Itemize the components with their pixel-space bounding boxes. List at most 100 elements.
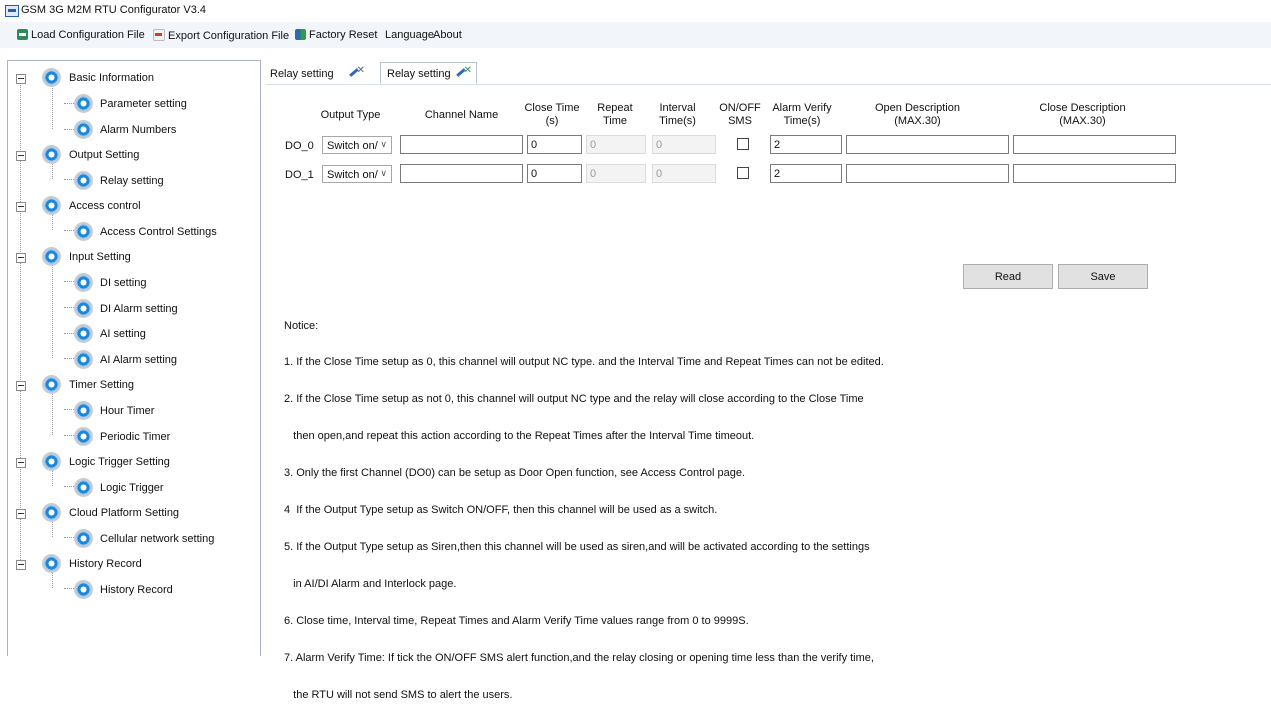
close-time-input[interactable]: 0 xyxy=(527,164,582,183)
about-menu[interactable]: About xyxy=(433,29,462,41)
tree-label: Basic Information xyxy=(69,72,154,84)
tree-label: Relay setting xyxy=(100,175,164,187)
tree-label: Access control xyxy=(69,200,141,212)
tree-label: Input Setting xyxy=(69,251,131,263)
header-close-time: Close Time (s) xyxy=(524,102,580,127)
channel-name-input[interactable] xyxy=(400,135,523,154)
gear-icon xyxy=(42,247,61,266)
gear-icon xyxy=(42,196,61,215)
notice-title: Notice: xyxy=(284,319,319,332)
collapse-icon[interactable] xyxy=(16,381,26,391)
window-title: GSM 3G M2M RTU Configurator V3.4 xyxy=(21,4,207,16)
factory-reset-menu[interactable]: Factory Reset xyxy=(295,29,377,41)
tree-group-cloud-platform-setting[interactable]: Cloud Platform Setting xyxy=(8,503,258,523)
gear-icon xyxy=(74,427,93,446)
interval-time-input: 0 xyxy=(652,164,716,183)
sms-checkbox[interactable] xyxy=(737,138,749,150)
tree-group-input-setting[interactable]: Input Setting xyxy=(8,247,258,267)
notice-line: 5. If the Output Type setup as Siren,the… xyxy=(284,540,870,553)
output-type-select[interactable]: Switch on/∨ xyxy=(322,165,392,183)
chevron-down-icon: ∨ xyxy=(380,168,387,178)
tree-label: Alarm Numbers xyxy=(100,124,177,136)
alarm-verify-time-input[interactable]: 2 xyxy=(770,164,842,183)
export-configuration-menu[interactable]: Export Configuration File xyxy=(153,29,289,42)
notice-line: then open,and repeat this action accordi… xyxy=(284,430,755,443)
open-description-input[interactable] xyxy=(846,135,1009,154)
tab-label: Relay setting xyxy=(270,68,334,80)
gear-icon xyxy=(42,554,61,573)
tree-group-access-control[interactable]: Access control xyxy=(8,196,258,216)
alarm-verify-time-input[interactable]: 2 xyxy=(770,135,842,154)
gear-icon xyxy=(74,94,93,113)
tree-label: Cellular network setting xyxy=(100,533,215,545)
tree-item-parameter-setting[interactable]: Parameter setting xyxy=(8,94,258,114)
tab-relay-setting-2[interactable]: Relay setting ✕ xyxy=(380,62,477,84)
notice-line: the RTU will not send SMS to alert the u… xyxy=(284,688,513,701)
repeat-time-input: 0 xyxy=(586,164,646,183)
row-label-do1: DO_1 xyxy=(285,169,314,181)
tree-item-access-control-settings[interactable]: Access Control Settings xyxy=(8,222,258,242)
collapse-icon[interactable] xyxy=(16,560,26,570)
tab-relay-setting-1[interactable]: Relay setting ✕ xyxy=(270,62,380,82)
gear-icon xyxy=(74,222,93,241)
tree-item-ai-setting[interactable]: AI setting xyxy=(8,324,258,344)
notice-text: Notice: 1. If the Close Time setup as 0,… xyxy=(284,295,904,713)
tree-group-basic-information[interactable]: Basic Information xyxy=(8,68,258,88)
sms-checkbox[interactable] xyxy=(737,167,749,179)
tree-group-timer-setting[interactable]: Timer Setting xyxy=(8,375,258,395)
read-button[interactable]: Read xyxy=(963,264,1053,289)
tree-item-hour-timer[interactable]: Hour Timer xyxy=(8,401,258,421)
tree-label: DI Alarm setting xyxy=(100,303,178,315)
tree-item-ai-alarm-setting[interactable]: AI Alarm setting xyxy=(8,350,258,370)
gear-icon xyxy=(74,350,93,369)
tree-item-di-setting[interactable]: DI setting xyxy=(8,273,258,293)
header-repeat-time: Repeat Time xyxy=(597,102,633,127)
tree-group-logic-trigger-setting[interactable]: Logic Trigger Setting xyxy=(8,452,258,472)
navigation-tree[interactable]: Basic Information Parameter setting Alar… xyxy=(7,60,261,656)
close-description-input[interactable] xyxy=(1013,164,1176,183)
app-icon xyxy=(5,5,19,17)
close-description-input[interactable] xyxy=(1013,135,1176,154)
tree-label: AI Alarm setting xyxy=(100,354,178,366)
collapse-icon[interactable] xyxy=(16,509,26,519)
output-type-select[interactable]: Switch on/∨ xyxy=(322,136,392,154)
collapse-icon[interactable] xyxy=(16,458,26,468)
gear-icon xyxy=(74,120,93,139)
tree-label: Periodic Timer xyxy=(100,431,171,443)
collapse-icon[interactable] xyxy=(16,253,26,263)
tree-item-relay-setting[interactable]: Relay setting xyxy=(8,171,258,191)
tree-label: Logic Trigger xyxy=(100,482,164,494)
tree-item-alarm-numbers[interactable]: Alarm Numbers xyxy=(8,120,258,140)
tree-item-logic-trigger[interactable]: Logic Trigger xyxy=(8,478,258,498)
tree-item-periodic-timer[interactable]: Periodic Timer xyxy=(8,427,258,447)
collapse-icon[interactable] xyxy=(16,202,26,212)
tree-item-cellular-network-setting[interactable]: Cellular network setting xyxy=(8,529,258,549)
tree-item-di-alarm-setting[interactable]: DI Alarm setting xyxy=(8,299,258,319)
load-configuration-menu[interactable]: Load Configuration File xyxy=(17,29,145,41)
save-button[interactable]: Save xyxy=(1058,264,1148,289)
gear-icon xyxy=(74,478,93,497)
tree-label: Access Control Settings xyxy=(100,226,217,238)
header-open-description: Open Description (MAX.30) xyxy=(875,102,960,127)
chevron-down-icon: ∨ xyxy=(380,139,387,149)
channel-name-input[interactable] xyxy=(400,164,523,183)
gear-icon xyxy=(42,68,61,87)
notice-line: 1. If the Close Time setup as 0, this ch… xyxy=(284,356,884,369)
close-time-input[interactable]: 0 xyxy=(527,135,582,154)
tree-label: DI setting xyxy=(100,277,147,289)
notice-line: 2. If the Close Time setup as not 0, thi… xyxy=(284,393,864,406)
collapse-icon[interactable] xyxy=(16,151,26,161)
header-alarm-verify-time: Alarm Verify Time(s) xyxy=(772,102,832,127)
gear-icon xyxy=(74,529,93,548)
tree-item-history-record[interactable]: History Record xyxy=(8,580,258,600)
edit-close-icon[interactable]: ✕ xyxy=(454,65,472,78)
open-description-input[interactable] xyxy=(846,164,1009,183)
tree-label: History Record xyxy=(100,584,173,596)
language-menu[interactable]: Language xyxy=(385,29,434,41)
tree-label: Hour Timer xyxy=(100,405,155,417)
tree-group-history-record[interactable]: History Record xyxy=(8,554,258,574)
tree-group-output-setting[interactable]: Output Setting xyxy=(8,145,258,165)
collapse-icon[interactable] xyxy=(16,74,26,84)
edit-close-icon[interactable]: ✕ xyxy=(347,65,365,78)
gear-icon xyxy=(74,580,93,599)
